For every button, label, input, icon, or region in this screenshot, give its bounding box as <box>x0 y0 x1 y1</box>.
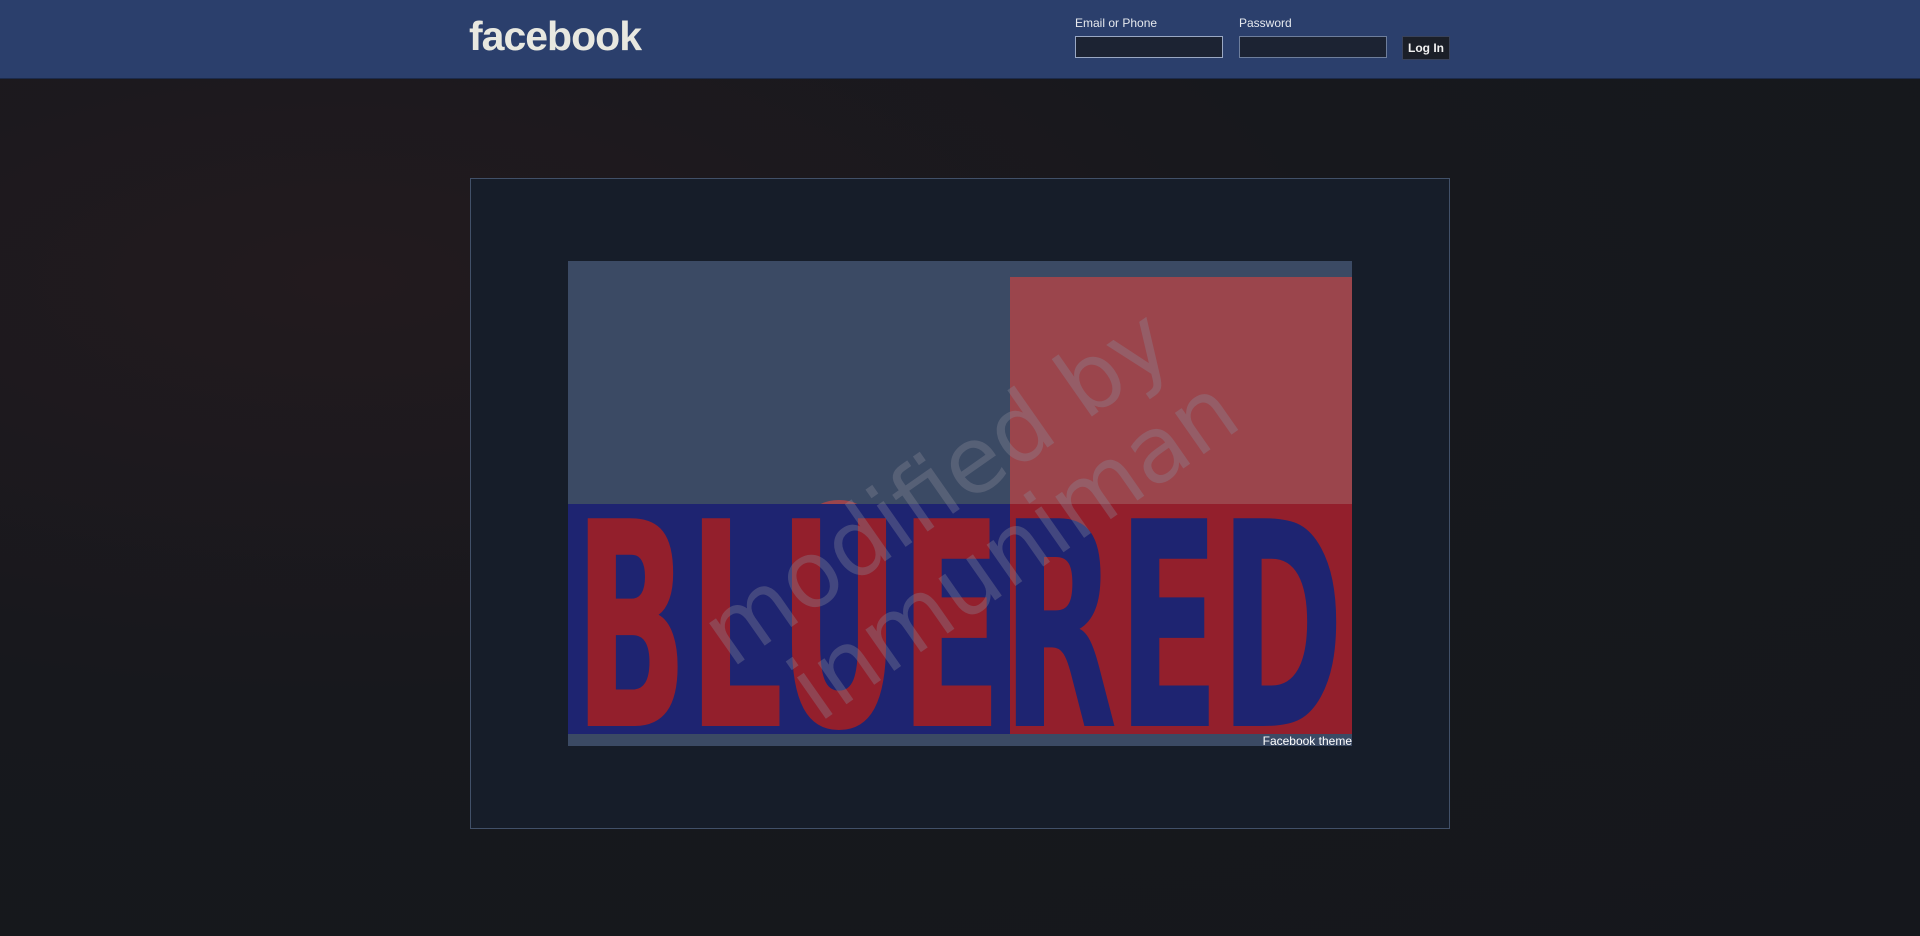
email-label: Email or Phone <box>1075 16 1158 30</box>
password-label: Password <box>1239 16 1292 30</box>
email-field[interactable] <box>1075 36 1223 58</box>
login-button[interactable]: Log In <box>1402 36 1450 60</box>
top-bar: facebook Email or Phone Password Log In <box>0 0 1920 79</box>
theme-preview-image[interactable]: BLUERED BLUERED BLUERED BLUERED modified… <box>568 261 1352 746</box>
facebook-logo[interactable]: facebook <box>469 13 642 60</box>
password-field[interactable] <box>1239 36 1387 58</box>
theme-caption[interactable]: Facebook theme <box>1263 734 1352 748</box>
